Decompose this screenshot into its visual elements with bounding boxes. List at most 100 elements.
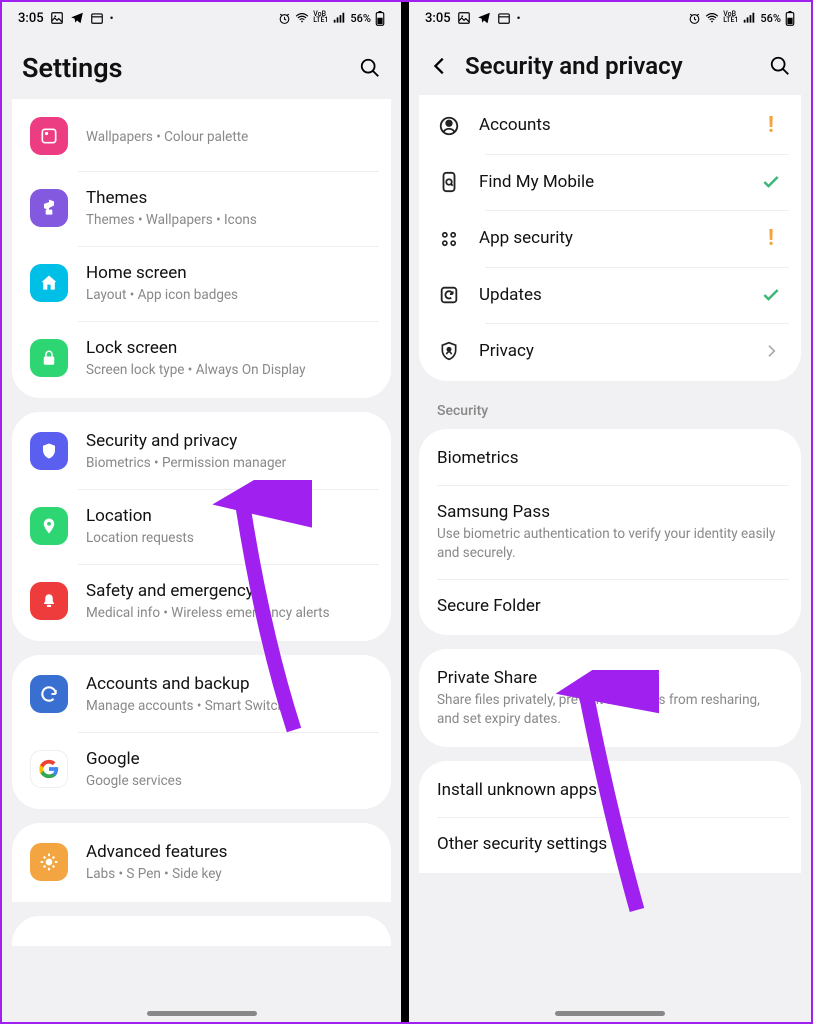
- row-label: Samsung Pass: [437, 501, 783, 523]
- security-group: Biometrics Samsung PassUse biometric aut…: [419, 429, 801, 635]
- star-icon: [30, 843, 68, 881]
- settings-title: Location: [86, 505, 373, 527]
- settings-title: Home screen: [86, 262, 373, 284]
- sync-icon: [30, 675, 68, 713]
- search-icon[interactable]: [769, 55, 791, 77]
- signal-icon: [332, 11, 346, 25]
- settings-subtitle: Biometrics • Permission manager: [86, 454, 373, 473]
- row-subtitle: Share files privately, prevent recipient…: [437, 691, 783, 729]
- shield-icon: [30, 432, 68, 470]
- settings-title: Safety and emergency: [86, 580, 373, 602]
- settings-title: Advanced features: [86, 841, 373, 863]
- telegram-icon: [477, 11, 491, 25]
- security-group: Private ShareShare files privately, prev…: [419, 649, 801, 747]
- volte-icon: VoBLTE1: [723, 12, 738, 23]
- settings-title: Accounts and backup: [86, 673, 373, 695]
- row-label: App security: [479, 227, 741, 249]
- wifi-icon: [705, 11, 719, 25]
- settings-subtitle: Labs • S Pen • Side key: [86, 865, 373, 884]
- update-icon: [437, 283, 461, 307]
- settings-row-wallpaper[interactable]: Wallpapers • Colour palette: [12, 101, 391, 171]
- settings-title: Lock screen: [86, 337, 373, 359]
- settings-row-advanced[interactable]: Advanced features Labs • S Pen • Side key: [12, 825, 391, 900]
- settings-subtitle: Location requests: [86, 529, 373, 548]
- gesture-bar: [147, 1011, 257, 1016]
- check-icon: [759, 172, 783, 192]
- section-header-security: Security: [419, 395, 801, 429]
- security-row-private-share[interactable]: Private ShareShare files privately, prev…: [419, 651, 801, 745]
- back-icon[interactable]: [429, 55, 451, 77]
- settings-row-accounts[interactable]: Accounts and backup Manage accounts • Sma…: [12, 657, 391, 732]
- row-label: Secure Folder: [437, 595, 783, 617]
- privacy-shield-icon: [437, 339, 461, 363]
- grid-icon: [437, 227, 461, 251]
- settings-subtitle: Medical info • Wireless emergency alerts: [86, 604, 373, 623]
- settings-row-home[interactable]: Home screenLayout • App icon badges: [12, 246, 391, 321]
- volte-icon: VoBLTE1: [313, 12, 328, 23]
- status-time: 3:05: [18, 11, 44, 26]
- security-row-biometrics[interactable]: Biometrics: [419, 431, 801, 485]
- settings-row-themes[interactable]: ThemesThemes • Wallpapers • Icons: [12, 171, 391, 246]
- security-row-samsung-pass[interactable]: Samsung PassUse biometric authentication…: [419, 485, 801, 579]
- settings-row-safety[interactable]: Safety and emergency Medical info • Wirel…: [12, 564, 391, 639]
- security-row-updates[interactable]: Updates: [419, 267, 801, 323]
- row-label: Other security settings: [437, 833, 783, 855]
- security-row-appsecurity[interactable]: App security !: [419, 210, 801, 267]
- row-label: Install unknown apps: [437, 779, 783, 801]
- security-row-accounts[interactable]: Accounts !: [419, 97, 801, 154]
- account-icon: [437, 114, 461, 138]
- home-icon: [30, 264, 68, 302]
- find-phone-icon: [437, 170, 461, 194]
- settings-group: Advanced features Labs • S Pen • Side key: [12, 823, 391, 902]
- page-title: Security and privacy: [465, 52, 755, 80]
- wallpaper-icon: [30, 117, 68, 155]
- settings-subtitle: Screen lock type • Always On Display: [86, 361, 373, 380]
- row-subtitle: Use biometric authentication to verify y…: [437, 525, 783, 563]
- status-bar: 3:05 • VoBLTE1 56%: [2, 2, 401, 34]
- row-label: Updates: [479, 284, 741, 306]
- settings-row-location[interactable]: Location Location requests: [12, 489, 391, 564]
- row-label: Privacy: [479, 340, 741, 362]
- image-icon: [50, 11, 64, 25]
- settings-row-lock[interactable]: Lock screen Screen lock type • Always On …: [12, 321, 391, 396]
- signal-icon: [742, 11, 756, 25]
- google-icon: [30, 750, 68, 788]
- settings-subtitle: Google services: [86, 772, 373, 791]
- security-group: Install unknown apps Other security sett…: [419, 761, 801, 873]
- settings-subtitle: Wallpapers • Colour palette: [86, 128, 373, 147]
- row-label: Biometrics: [437, 447, 783, 469]
- row-label: Private Share: [437, 667, 783, 689]
- alert-icon: !: [759, 113, 783, 138]
- alarm-icon: [278, 12, 291, 25]
- settings-row-security[interactable]: Security and privacyBiometrics • Permiss…: [12, 414, 391, 489]
- security-row-other-security[interactable]: Other security settings: [419, 817, 801, 871]
- security-privacy-screen: 3:05 • VoBLTE1 56% Security and privacy: [405, 2, 811, 1022]
- calendar-icon: [497, 11, 511, 25]
- chevron-right-icon: [759, 343, 783, 359]
- settings-group: Wallpapers • Colour palette ThemesThemes…: [12, 99, 391, 398]
- settings-title: Themes: [86, 187, 373, 209]
- lock-icon: [30, 339, 68, 377]
- battery-percent: 56%: [760, 12, 781, 25]
- alarm-icon: [688, 12, 701, 25]
- location-pin-icon: [30, 507, 68, 545]
- security-row-install-unknown[interactable]: Install unknown apps: [419, 763, 801, 817]
- status-time: 3:05: [425, 11, 451, 26]
- battery-percent: 56%: [350, 12, 371, 25]
- themes-icon: [30, 189, 68, 227]
- security-row-secure-folder[interactable]: Secure Folder: [419, 579, 801, 633]
- settings-group: Accounts and backup Manage accounts • Sma…: [12, 655, 391, 809]
- settings-row-google[interactable]: Google Google services: [12, 732, 391, 807]
- telegram-icon: [70, 11, 84, 25]
- emergency-icon: [30, 582, 68, 620]
- settings-subtitle: Manage accounts • Smart Switch: [86, 697, 373, 716]
- check-icon: [759, 285, 783, 305]
- settings-group: Security and privacyBiometrics • Permiss…: [12, 412, 391, 641]
- search-icon[interactable]: [359, 57, 381, 79]
- settings-title: Google: [86, 748, 373, 770]
- security-row-findmobile[interactable]: Find My Mobile: [419, 154, 801, 210]
- alert-icon: !: [759, 226, 783, 251]
- battery-icon: [785, 11, 795, 26]
- security-overview-group: Accounts ! Find My Mobile App security !…: [419, 95, 801, 381]
- security-row-privacy[interactable]: Privacy: [419, 323, 801, 379]
